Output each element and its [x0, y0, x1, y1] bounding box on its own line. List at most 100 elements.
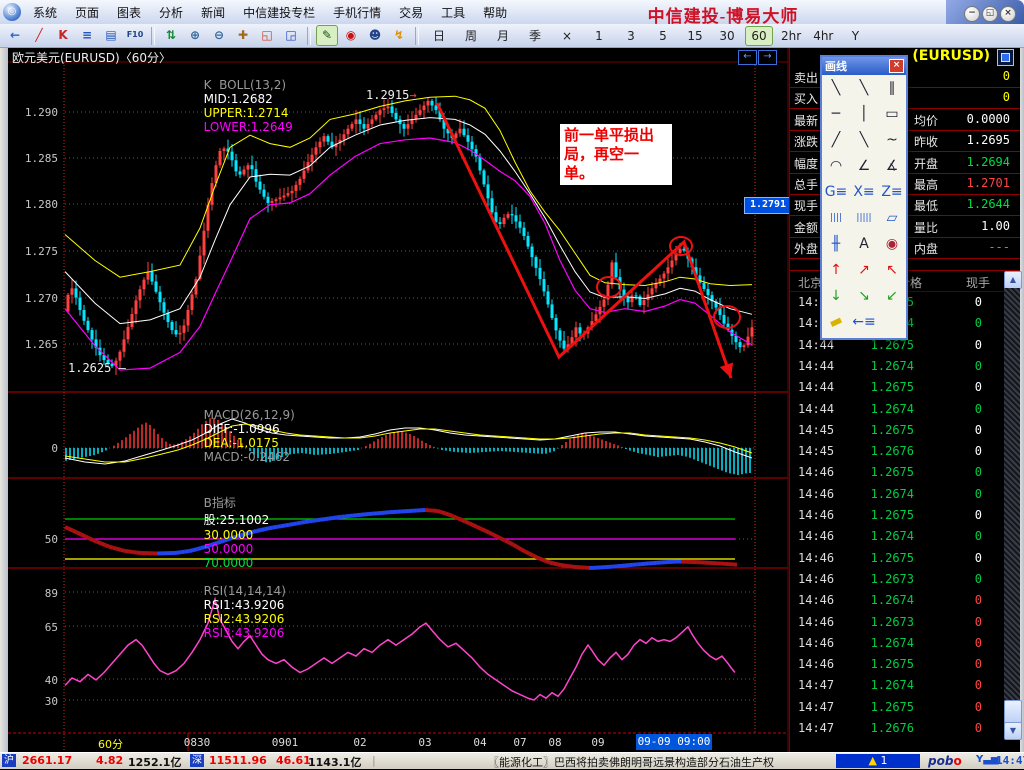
x-tick-09: 09: [591, 736, 604, 749]
scroll-right-button[interactable]: →: [758, 50, 777, 65]
arrow-down-tool[interactable]: ↓: [822, 283, 850, 309]
period-button-3[interactable]: 3: [617, 26, 645, 46]
segment-tool[interactable]: ╱: [822, 127, 850, 153]
price-label-1.280: 1.280: [8, 198, 58, 211]
report-icon[interactable]: ▤: [100, 25, 122, 46]
scroll-down-button[interactable]: ▼: [1004, 722, 1022, 740]
palette-close-icon[interactable]: ×: [889, 59, 904, 73]
eraser-tool[interactable]: ▬: [818, 304, 854, 339]
menu-item-中信建投专栏[interactable]: 中信建投专栏: [234, 0, 324, 21]
sz-change: 46.61: [276, 754, 311, 767]
arrow-up-left-tool[interactable]: ↖: [878, 257, 906, 283]
close-button[interactable]: ×: [1000, 6, 1016, 22]
tick-vol: 0: [975, 636, 982, 650]
shenzhen-icon: 深: [190, 754, 204, 767]
alarm-icon[interactable]: ◉: [340, 25, 362, 46]
price-label-1.265: 1.265: [8, 338, 58, 351]
period-button-周[interactable]: 周: [457, 26, 485, 46]
parallel-line-tool[interactable]: ∥: [878, 75, 906, 101]
alert-badge[interactable]: ▲ 1: [836, 754, 920, 768]
period-button-5[interactable]: 5: [649, 26, 677, 46]
channel-tool[interactable]: ▱: [878, 205, 906, 231]
back-icon[interactable]: ←: [4, 25, 26, 46]
bar-measure-tool[interactable]: ╫: [822, 231, 850, 257]
x-tick-0901: 0901: [272, 736, 299, 749]
panel-mode-button[interactable]: [997, 49, 1014, 66]
quote-value-卖出: 0: [1003, 69, 1010, 83]
menu-item-交易[interactable]: 交易: [390, 0, 432, 21]
period-button-季[interactable]: 季: [521, 26, 549, 46]
arrow-down-left-tool[interactable]: ↙: [878, 283, 906, 309]
menu-item-分析[interactable]: 分析: [150, 0, 192, 21]
golden-horizontal-tool[interactable]: G≡: [822, 179, 850, 205]
next-window-icon[interactable]: ◲: [280, 25, 302, 46]
ray-line-tool[interactable]: ╲: [850, 75, 878, 101]
menu-item-系统[interactable]: 系统: [24, 0, 66, 21]
golden-vertical-tool[interactable]: X≡: [850, 179, 878, 205]
flash-icon[interactable]: ↯: [388, 25, 410, 46]
minimize-button[interactable]: −: [964, 6, 980, 22]
draw-palette-titlebar[interactable]: 画线 ×: [822, 57, 906, 75]
tick-row: 14:471.26750: [790, 697, 1004, 718]
vertical-line-tool[interactable]: │: [850, 101, 878, 127]
draw-line-icon[interactable]: ✎: [316, 25, 338, 46]
period-button-2hr[interactable]: 2hr: [777, 26, 805, 46]
arrow-up-tool[interactable]: ↑: [822, 257, 850, 283]
period-button-Y[interactable]: Y: [841, 26, 869, 46]
scroll-up-button[interactable]: ▲: [1004, 271, 1022, 289]
line-chart-icon[interactable]: ╱: [28, 25, 50, 46]
restore-button[interactable]: ◱: [982, 6, 998, 22]
prev-window-icon[interactable]: ◱: [256, 25, 278, 46]
cycle-line-tool[interactable]: |||||: [850, 205, 878, 231]
angle-tool[interactable]: ∠: [850, 153, 878, 179]
f10-icon[interactable]: F10: [124, 25, 146, 46]
b-mid-label: 50: [8, 533, 58, 546]
period-button-1[interactable]: 1: [585, 26, 613, 46]
quote-label-涨跌: 涨跌: [794, 133, 818, 150]
menu-item-工具[interactable]: 工具: [432, 0, 474, 21]
tick-price: 1.2676: [871, 721, 914, 735]
tick-time: 14:46: [798, 657, 834, 671]
period-button-日[interactable]: 日: [425, 26, 453, 46]
b-level30: 30.0000: [204, 528, 254, 542]
trend-line-tool[interactable]: ╲: [822, 75, 850, 101]
fan-tool[interactable]: ∡: [878, 153, 906, 179]
text-tool[interactable]: A: [850, 231, 878, 257]
users-icon[interactable]: ☻: [364, 25, 386, 46]
menu-item-帮助[interactable]: 帮助: [474, 0, 516, 21]
price-line-tool[interactable]: ╲: [850, 127, 878, 153]
zoom-out-icon[interactable]: ⊖: [208, 25, 230, 46]
period-button-4hr[interactable]: 4hr: [809, 26, 837, 46]
golden-extension-tool[interactable]: Z≡: [878, 179, 906, 205]
menu-item-图表[interactable]: 图表: [108, 0, 150, 21]
cycle-circle-tool[interactable]: ◉: [878, 231, 906, 257]
period-button-×[interactable]: ×: [553, 26, 581, 46]
quote-list-icon[interactable]: ≡: [76, 25, 98, 46]
kline-icon[interactable]: K: [52, 25, 74, 46]
drag-hand-icon[interactable]: ✚: [232, 25, 254, 46]
menu-item-页面[interactable]: 页面: [66, 0, 108, 21]
arrow-up-right-tool[interactable]: ↗: [850, 257, 878, 283]
arrow-down-right-tool[interactable]: ↘: [850, 283, 878, 309]
menu-item-手机行情[interactable]: 手机行情: [324, 0, 390, 21]
undo-draw-tool[interactable]: ←≡: [850, 309, 878, 335]
rsi-params: RSI(14,14,14): [204, 584, 286, 598]
quote-label-最新: 最新: [794, 112, 818, 129]
period-button-15[interactable]: 15: [681, 26, 709, 46]
refresh-icon[interactable]: ⇅: [160, 25, 182, 46]
menu-item-新闻[interactable]: 新闻: [192, 0, 234, 21]
arc-tool[interactable]: ◠: [822, 153, 850, 179]
period-button-60[interactable]: 60: [745, 26, 773, 46]
scrollbar-thumb[interactable]: [1004, 700, 1022, 724]
vertical-grid-tool[interactable]: ||||: [822, 205, 850, 231]
wave-line-tool[interactable]: ~: [878, 127, 906, 153]
b-value: 股:25.1002: [204, 513, 270, 527]
period-button-30[interactable]: 30: [713, 26, 741, 46]
rectangle-tool[interactable]: ▭: [878, 101, 906, 127]
scroll-left-button[interactable]: ←: [738, 50, 757, 65]
scrollbar-track[interactable]: [1004, 288, 1020, 720]
boll-lower: LOWER:1.2649: [204, 120, 293, 134]
zoom-in-icon[interactable]: ⊕: [184, 25, 206, 46]
horizontal-line-tool[interactable]: ─: [822, 101, 850, 127]
period-button-月[interactable]: 月: [489, 26, 517, 46]
